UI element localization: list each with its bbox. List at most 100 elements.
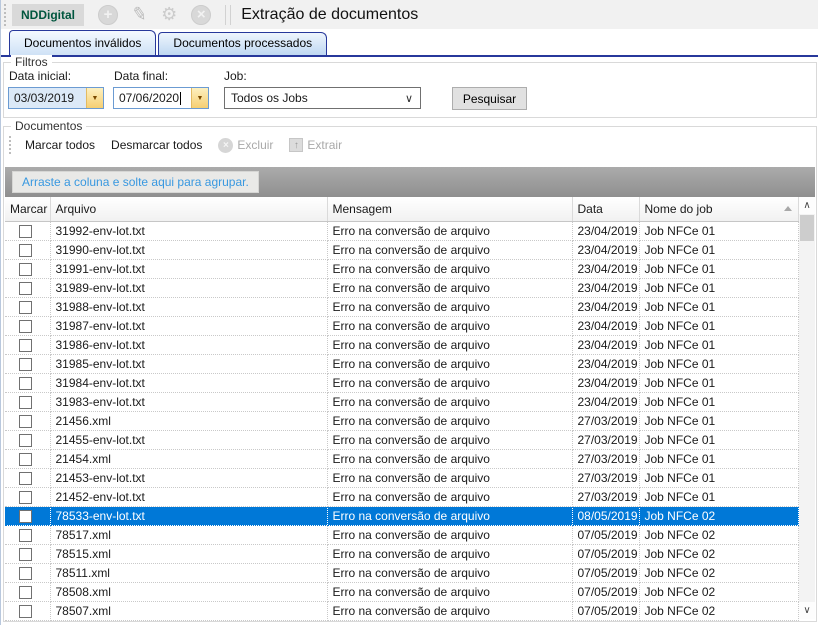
cell-mensagem: Erro na conversão de arquivo	[327, 297, 572, 316]
row-checkbox[interactable]	[19, 529, 32, 542]
documents-groupbox: Documentos Marcar todos Desmarcar todos …	[3, 126, 817, 622]
cell-mensagem: Erro na conversão de arquivo	[327, 582, 572, 601]
row-checkbox[interactable]	[19, 605, 32, 618]
table-row[interactable]: 31989-env-lot.txt Erro na conversão de a…	[5, 278, 799, 297]
table-row[interactable]: 78515.xml Erro na conversão de arquivo 0…	[5, 544, 799, 563]
table-row[interactable]: 31990-env-lot.txt Erro na conversão de a…	[5, 240, 799, 259]
close-circle-icon[interactable]: ×	[191, 5, 211, 25]
table-row[interactable]: 31983-env-lot.txt Erro na conversão de a…	[5, 392, 799, 411]
start-date-dropdown-icon[interactable]: ▼	[86, 88, 103, 108]
table-row[interactable]: 31987-env-lot.txt Erro na conversão de a…	[5, 316, 799, 335]
table-row[interactable]: 31992-env-lot.txt Erro na conversão de a…	[5, 221, 799, 240]
end-date-dropdown-icon[interactable]: ▼	[191, 88, 208, 108]
group-by-drop-zone[interactable]: Arraste a coluna e solte aqui para agrup…	[5, 167, 815, 197]
start-date-field[interactable]: 03/03/2019 ▼	[8, 87, 104, 109]
column-header-arquivo[interactable]: Arquivo	[50, 197, 327, 221]
row-checkbox[interactable]	[19, 567, 32, 580]
row-checkbox[interactable]	[19, 339, 32, 352]
group-by-hint: Arraste a coluna e solte aqui para agrup…	[12, 171, 259, 193]
column-header-data[interactable]: Data	[572, 197, 639, 221]
table-row[interactable]: 78511.xml Erro na conversão de arquivo 0…	[5, 563, 799, 582]
table-row[interactable]: 21452-env-lot.txt Erro na conversão de a…	[5, 487, 799, 506]
toolbar-icons: + ✎ ⚙ ×	[98, 4, 211, 25]
column-header-marcar[interactable]: Marcar	[5, 197, 50, 221]
cell-data: 07/05/2019	[572, 563, 639, 582]
search-button[interactable]: Pesquisar	[452, 87, 527, 110]
unmark-all-button[interactable]: Desmarcar todos	[103, 136, 210, 154]
delete-button[interactable]: × Excluir	[210, 136, 281, 155]
row-checkbox[interactable]	[19, 225, 32, 238]
table-row[interactable]: 21454.xml Erro na conversão de arquivo 2…	[5, 449, 799, 468]
scroll-up-icon[interactable]: ∧	[799, 197, 815, 214]
tab-documentos-invalidos[interactable]: Documentos inválidos	[9, 30, 156, 55]
edit-pencil-icon[interactable]: ✎	[130, 3, 149, 26]
cell-mensagem: Erro na conversão de arquivo	[327, 221, 572, 240]
cell-data: 07/05/2019	[572, 525, 639, 544]
cell-arquivo: 78507.xml	[50, 601, 327, 620]
row-checkbox[interactable]	[19, 434, 32, 447]
cell-arquivo: 21453-env-lot.txt	[50, 468, 327, 487]
add-circle-icon[interactable]: +	[98, 5, 118, 25]
end-date-field[interactable]: 07/06/2020 ▼	[113, 87, 209, 109]
table-row[interactable]: 78533-env-lot.txt Erro na conversão de a…	[5, 506, 799, 525]
table-row[interactable]: 21455-env-lot.txt Erro na conversão de a…	[5, 430, 799, 449]
row-checkbox[interactable]	[19, 377, 32, 390]
cell-data: 23/04/2019	[572, 354, 639, 373]
tab-documentos-processados[interactable]: Documentos processados	[158, 32, 327, 55]
row-checkbox[interactable]	[19, 244, 32, 257]
column-header-nome-do-job[interactable]: Nome do job	[639, 197, 799, 221]
scrollbar-thumb[interactable]	[800, 215, 814, 241]
cell-arquivo: 31984-env-lot.txt	[50, 373, 327, 392]
job-label: Job:	[224, 69, 247, 83]
column-header-mensagem[interactable]: Mensagem	[327, 197, 572, 221]
table-row[interactable]: 21453-env-lot.txt Erro na conversão de a…	[5, 468, 799, 487]
mark-all-button[interactable]: Marcar todos	[17, 136, 103, 154]
toolbar-drag-grip[interactable]	[3, 4, 8, 26]
filters-legend: Filtros	[11, 55, 52, 69]
nddigital-button[interactable]: NDDigital	[12, 4, 84, 26]
extract-button[interactable]: ↑ Extrair	[281, 136, 350, 154]
row-checkbox[interactable]	[19, 282, 32, 295]
table-row[interactable]: 78517.xml Erro na conversão de arquivo 0…	[5, 525, 799, 544]
cell-data: 23/04/2019	[572, 297, 639, 316]
table-row[interactable]: 21456.xml Erro na conversão de arquivo 2…	[5, 411, 799, 430]
cell-data: 27/03/2019	[572, 449, 639, 468]
cell-data: 08/05/2019	[572, 506, 639, 525]
cell-nome-do-job: Job NFCe 02	[639, 506, 799, 525]
row-checkbox[interactable]	[19, 548, 32, 561]
cell-nome-do-job: Job NFCe 02	[639, 563, 799, 582]
vertical-scrollbar[interactable]: ∧ ∨	[799, 197, 815, 619]
end-date-label: Data final:	[114, 69, 168, 83]
table-row[interactable]: 31991-env-lot.txt Erro na conversão de a…	[5, 259, 799, 278]
cell-arquivo: 31992-env-lot.txt	[50, 221, 327, 240]
job-combobox[interactable]: Todos os Jobs ∨	[224, 87, 421, 109]
row-checkbox[interactable]	[19, 320, 32, 333]
table-row[interactable]: 31988-env-lot.txt Erro na conversão de a…	[5, 297, 799, 316]
row-checkbox[interactable]	[19, 586, 32, 599]
cell-nome-do-job: Job NFCe 01	[639, 316, 799, 335]
row-checkbox[interactable]	[19, 491, 32, 504]
gear-icon[interactable]: ⚙	[161, 4, 177, 25]
cell-nome-do-job: Job NFCe 01	[639, 487, 799, 506]
row-checkbox[interactable]	[19, 263, 32, 276]
table-row[interactable]: 78507.xml Erro na conversão de arquivo 0…	[5, 601, 799, 620]
documents-toolbar-grip[interactable]	[8, 136, 13, 154]
cell-data: 07/05/2019	[572, 582, 639, 601]
row-checkbox[interactable]	[19, 358, 32, 371]
cell-mensagem: Erro na conversão de arquivo	[327, 468, 572, 487]
row-checkbox[interactable]	[19, 396, 32, 409]
cell-nome-do-job: Job NFCe 01	[639, 335, 799, 354]
cell-nome-do-job: Job NFCe 02	[639, 544, 799, 563]
row-checkbox[interactable]	[19, 453, 32, 466]
row-checkbox[interactable]	[19, 472, 32, 485]
row-checkbox[interactable]	[19, 415, 32, 428]
table-row[interactable]: 78508.xml Erro na conversão de arquivo 0…	[5, 582, 799, 601]
scroll-down-icon[interactable]: ∨	[799, 602, 815, 619]
table-row[interactable]: 31986-env-lot.txt Erro na conversão de a…	[5, 335, 799, 354]
row-checkbox[interactable]	[19, 510, 32, 523]
end-date-value: 07/06/2020	[114, 91, 191, 105]
table-row[interactable]: 31984-env-lot.txt Erro na conversão de a…	[5, 373, 799, 392]
documents-toolbar: Marcar todos Desmarcar todos × Excluir ↑…	[6, 133, 350, 157]
row-checkbox[interactable]	[19, 301, 32, 314]
table-row[interactable]: 31985-env-lot.txt Erro na conversão de a…	[5, 354, 799, 373]
